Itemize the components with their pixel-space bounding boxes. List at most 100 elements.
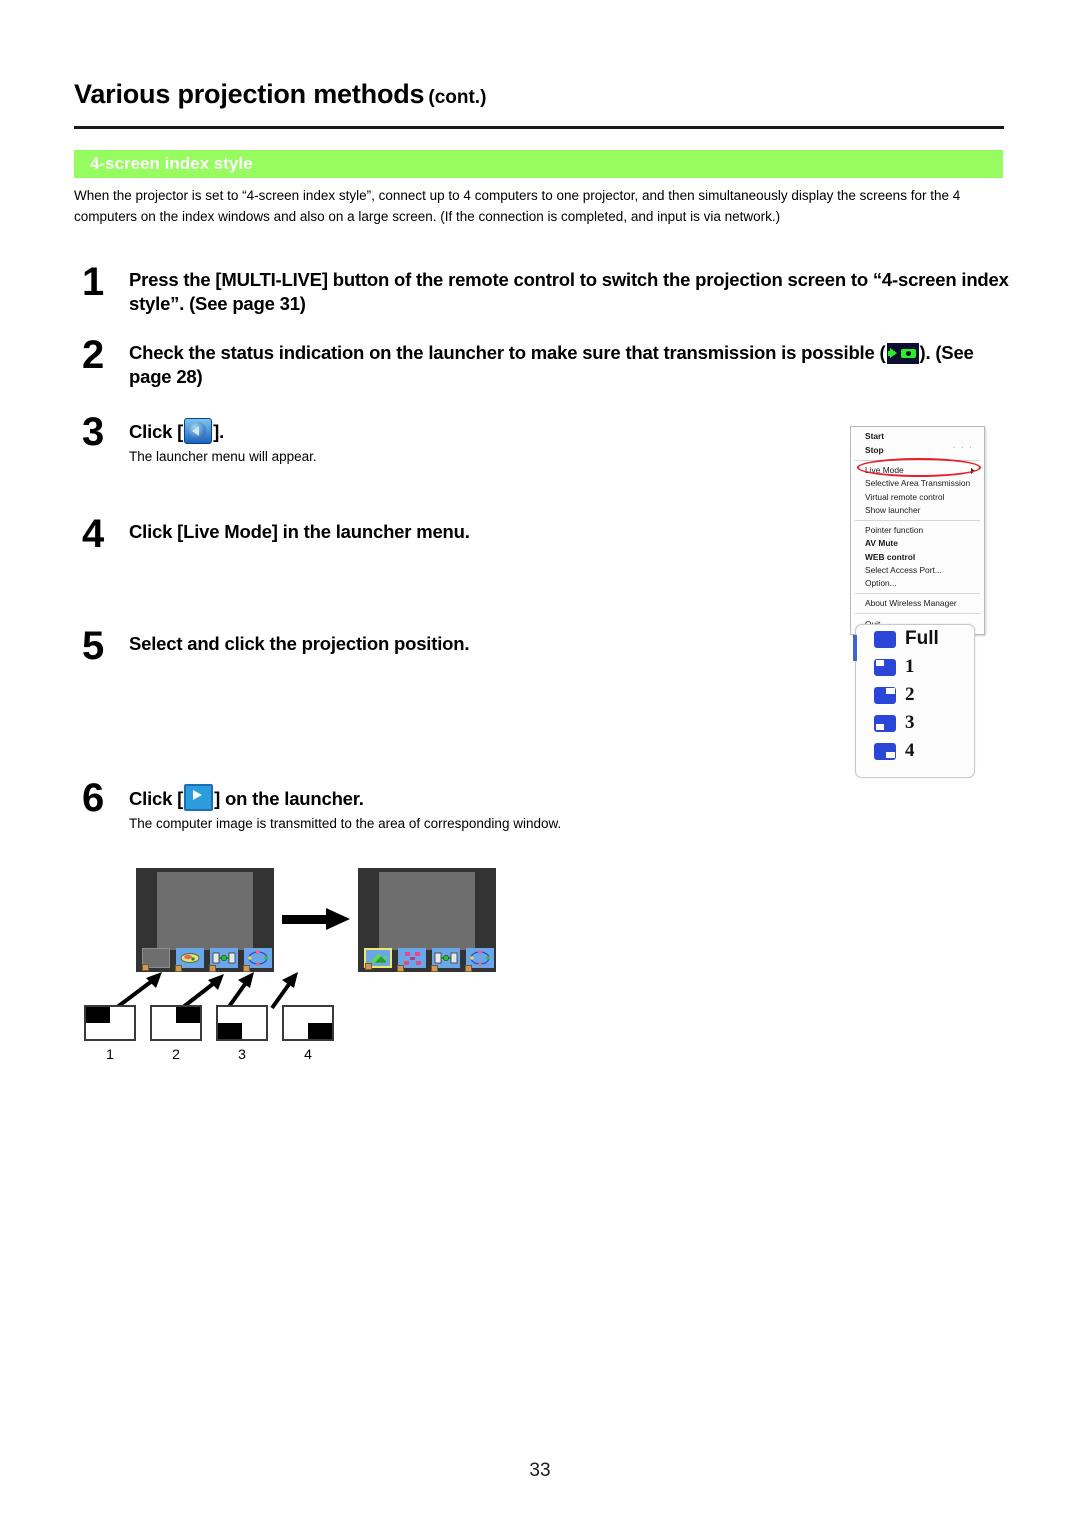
screen-before-thumbnail-1 <box>142 948 170 971</box>
quadrant-indicator-1 <box>84 1005 136 1041</box>
position-option-2-label: 2 <box>905 684 915 705</box>
quadrant-full-icon <box>874 630 896 648</box>
projector-screen-before <box>136 868 274 972</box>
menu-item-web-control-label: WEB control <box>865 551 916 562</box>
step-2: 2 Check the status indication on the lau… <box>74 335 1009 390</box>
quadrant-indicator-3 <box>216 1005 268 1041</box>
position-option-3[interactable]: 3 <box>856 709 974 737</box>
menu-item-virtual-remote-control[interactable]: Virtual remote control <box>851 490 984 503</box>
submenu-chevron-right-icon <box>971 467 975 474</box>
quadrant-top-right-icon <box>874 686 896 704</box>
step-2-number: 2 <box>82 333 105 377</box>
step-1-title: Press the [MULTI-LIVE] button of the rem… <box>129 269 1009 315</box>
step-3-title-part-1: Click [ <box>129 421 184 442</box>
menu-item-show-launcher-label: Show launcher <box>865 504 921 515</box>
screen-after-thumbnail-3 <box>431 948 460 972</box>
step-2-title: Check the status indication on the launc… <box>129 341 1009 390</box>
step-6-subtext: The computer image is transmitted to the… <box>129 816 562 832</box>
section-header-bar: 4-screen index style <box>74 150 1003 178</box>
screen-after-thumbnail-1 <box>364 948 392 970</box>
step-4-number: 4 <box>82 512 105 556</box>
position-option-4[interactable]: 4 <box>856 737 974 765</box>
page-title: Various projection methods <box>74 79 425 109</box>
menu-item-option-label: Option... <box>865 578 897 589</box>
menu-item-show-launcher[interactable]: Show launcher <box>851 503 984 516</box>
step-3-title-part-2: ]. <box>213 421 225 442</box>
menu-item-stop-label: Stop <box>865 444 884 455</box>
menu-divider-2 <box>855 519 980 521</box>
screen-before-main-area <box>157 872 253 950</box>
menu-item-about-wireless-manager-label: About Wireless Manager <box>865 598 957 609</box>
launcher-transmit-play-icon <box>184 784 214 811</box>
screen-before-thumbnail-3 <box>209 948 238 972</box>
menu-item-stop[interactable]: Stop · · · <box>851 443 984 456</box>
menu-item-virtual-remote-control-label: Virtual remote control <box>865 491 945 502</box>
menu-divider-3 <box>855 593 980 595</box>
screen-after-main-area <box>379 872 475 950</box>
menu-item-av-mute[interactable]: AV Mute <box>851 537 984 550</box>
panel-accent-bar <box>853 635 857 661</box>
menu-item-live-mode-label: Live Mode <box>865 464 904 475</box>
menu-item-live-mode[interactable]: Live Mode <box>851 464 984 477</box>
menu-item-pointer-function-label: Pointer function <box>865 525 924 536</box>
step-6: 6 Click [ ] on the launcher. The computer… <box>74 778 1009 834</box>
quadrant-bottom-left-icon <box>874 714 896 732</box>
position-option-full[interactable]: Full <box>856 625 974 653</box>
launcher-context-menu[interactable]: Start Stop · · · Live Mode Selective Are… <box>850 426 985 635</box>
menu-item-select-access-port[interactable]: Select Access Port... <box>851 564 984 577</box>
document-page: Various projection methods (cont.) 4-scre… <box>0 0 1080 1527</box>
quadrant-indicator-2 <box>150 1005 202 1041</box>
menu-item-stop-dots: · · · <box>953 445 974 453</box>
step-1: 1 Press the [MULTI-LIVE] button of the r… <box>74 262 1009 317</box>
thumbnail-corner-marker-icon <box>365 963 372 970</box>
position-option-2[interactable]: 2 <box>856 681 974 709</box>
step-2-title-part-1: Check the status indication on the launc… <box>129 342 886 363</box>
position-option-1[interactable]: 1 <box>856 653 974 681</box>
menu-item-option[interactable]: Option... <box>851 577 984 590</box>
quadrant-top-left-icon <box>874 658 896 676</box>
screen-after-thumbnail-2 <box>397 948 426 972</box>
menu-item-selective-area-transmission[interactable]: Selective Area Transmission <box>851 477 984 490</box>
menu-item-web-control[interactable]: WEB control <box>851 550 984 563</box>
thumbnail-corner-marker-icon <box>465 965 472 972</box>
section-intro-paragraph: When the projector is set to “4-screen i… <box>74 188 961 224</box>
projector-screen-after <box>358 868 496 972</box>
position-option-4-label: 4 <box>905 740 915 761</box>
page-number: 33 <box>529 1460 551 1481</box>
section-header-label: 4-screen index style <box>90 154 253 173</box>
menu-item-about-wireless-manager[interactable]: About Wireless Manager <box>851 597 984 610</box>
quadrant-indicator-3-label: 3 <box>238 1046 246 1062</box>
position-option-full-label: Full <box>905 628 939 649</box>
position-option-3-label: 3 <box>905 712 915 733</box>
status-transmission-ready-icon <box>886 343 919 364</box>
menu-item-start-label: Start <box>865 431 885 442</box>
header-divider <box>74 126 1004 129</box>
menu-divider-1 <box>855 459 980 461</box>
quadrant-indicator-4 <box>282 1005 334 1041</box>
menu-divider-4 <box>855 613 980 615</box>
projection-position-panel[interactable]: Full 1 2 3 4 <box>853 624 975 778</box>
screen-before-thumbnail-4 <box>243 948 272 972</box>
quadrant-indicator-2-label: 2 <box>172 1046 180 1062</box>
menu-item-select-access-port-label: Select Access Port... <box>865 564 942 575</box>
menu-item-selective-area-transmission-label: Selective Area Transmission <box>865 478 971 489</box>
step-6-title: Click [ ] on the launcher. <box>129 784 1009 811</box>
quadrant-bottom-right-icon <box>874 742 896 760</box>
quadrant-indicator-1-label: 1 <box>106 1046 114 1062</box>
quadrant-indicator-4-label: 4 <box>304 1046 312 1062</box>
launcher-expand-icon <box>184 418 213 444</box>
thumbnail-corner-marker-icon <box>397 965 404 972</box>
page-title-suffix: (cont.) <box>428 87 487 108</box>
screen-after-thumbnail-4 <box>465 948 494 972</box>
menu-item-start[interactable]: Start <box>851 430 984 443</box>
menu-item-pointer-function[interactable]: Pointer function <box>851 524 984 537</box>
step-5-number: 5 <box>82 624 105 668</box>
position-option-1-label: 1 <box>905 656 915 677</box>
menu-item-av-mute-label: AV Mute <box>865 538 898 549</box>
step-6-title-part-2: ] on the launcher. <box>214 788 364 809</box>
step-3-number: 3 <box>82 410 105 454</box>
screen-before-thumbnail-2 <box>175 948 204 972</box>
step-6-title-part-1: Click [ <box>129 788 184 809</box>
step-6-number: 6 <box>82 776 105 820</box>
thumbnail-corner-marker-icon <box>431 965 438 972</box>
